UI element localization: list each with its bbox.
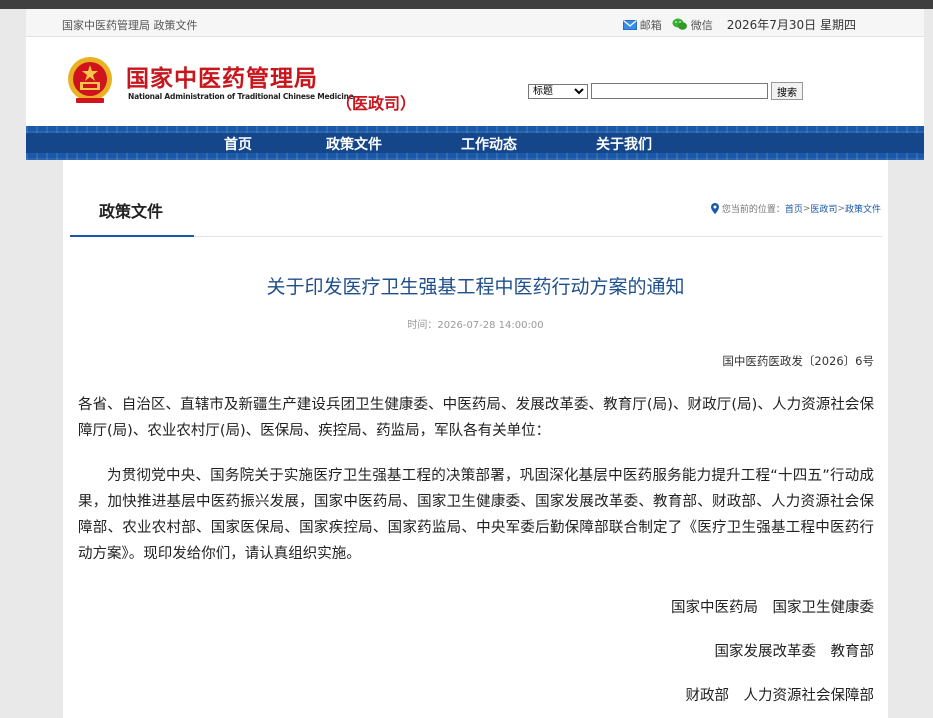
tab-active-underline bbox=[70, 235, 194, 237]
current-date: 2026年7月30日 星期四 bbox=[726, 18, 856, 32]
top-dark-bar bbox=[0, 0, 933, 9]
search-bar: 标题 搜索 bbox=[528, 82, 803, 100]
national-emblem[interactable] bbox=[66, 55, 114, 105]
search-type-select[interactable]: 标题 bbox=[528, 83, 588, 99]
document-title: 关于印发医疗卫生强基工程中医药行动方案的通知 bbox=[266, 276, 685, 298]
search-button[interactable]: 搜索 bbox=[771, 82, 803, 100]
nav-item-home[interactable]: 首页 bbox=[224, 134, 252, 154]
breadcrumb-dept[interactable]: 医政司 bbox=[810, 202, 837, 215]
wechat-link[interactable]: 微信 bbox=[672, 17, 713, 33]
department-label: （医政司） bbox=[336, 94, 417, 113]
nav-item-news[interactable]: 工作动态 bbox=[461, 134, 517, 154]
location-prefix: 您当前的位置： bbox=[721, 205, 785, 215]
breadcrumb-current[interactable]: 政策文件 bbox=[845, 202, 881, 215]
mail-label: 邮箱 bbox=[639, 18, 662, 32]
section-tab[interactable]: 政策文件 bbox=[99, 198, 163, 222]
document-number: 国中医药医政发〔2026〕6号 bbox=[722, 354, 874, 368]
document-body: 为贯彻党中央、国务院关于实施医疗卫生强基工程的决策部署，巩固深化基层中医药服务能… bbox=[78, 468, 874, 562]
wechat-label: 微信 bbox=[690, 18, 713, 32]
document-addressee: 各省、自治区、直辖市及新疆生产建设兵团卫生健康委、中医药局、发展改革委、教育厅(… bbox=[78, 397, 874, 439]
mail-link[interactable]: 邮箱 bbox=[622, 17, 662, 33]
site-title-cn: 国家中医药管理局 bbox=[126, 66, 318, 92]
top-breadcrumb: 国家中医药管理局 政策文件 bbox=[62, 19, 198, 32]
signatory-line: 国家中医药局 国家卫生健康委 bbox=[671, 600, 874, 616]
nav-item-about[interactable]: 关于我们 bbox=[596, 134, 652, 154]
breadcrumb-sep-1: > bbox=[802, 203, 811, 214]
location-breadcrumb: 您当前的位置： 首页 > 医政司 > 政策文件 bbox=[710, 202, 881, 215]
signatory-line: 国家发展改革委 教育部 bbox=[714, 644, 875, 660]
utility-tools: 邮箱 微信 2026年7月30日 星期四 bbox=[622, 16, 856, 33]
site-title-en: National Administration of Traditional C… bbox=[128, 92, 354, 101]
breadcrumb-home[interactable]: 首页 bbox=[785, 202, 803, 215]
site-header: 国家中医药管理局 National Administration of Trad… bbox=[26, 37, 924, 126]
signatory-line: 财政部 人力资源社会保障部 bbox=[685, 688, 875, 704]
utility-strip: 国家中医药管理局 政策文件 邮箱 微信 2026年7月30日 星期四 bbox=[26, 9, 924, 37]
breadcrumb-sep-2: > bbox=[837, 203, 845, 214]
main-nav: 首页 政策文件 工作动态 关于我们 bbox=[26, 126, 924, 160]
content-page: 政策文件 您当前的位置： 首页 > 医政司 > 政策文件 关于印发医疗卫生强基工… bbox=[63, 160, 888, 718]
mail-icon bbox=[622, 19, 637, 30]
nav-item-policy[interactable]: 政策文件 bbox=[326, 134, 382, 154]
wechat-icon bbox=[672, 18, 687, 30]
location-pin-icon bbox=[710, 203, 719, 214]
search-input[interactable] bbox=[591, 83, 768, 99]
document-time: 时间：2026-07-28 14:00:00 bbox=[407, 320, 544, 331]
